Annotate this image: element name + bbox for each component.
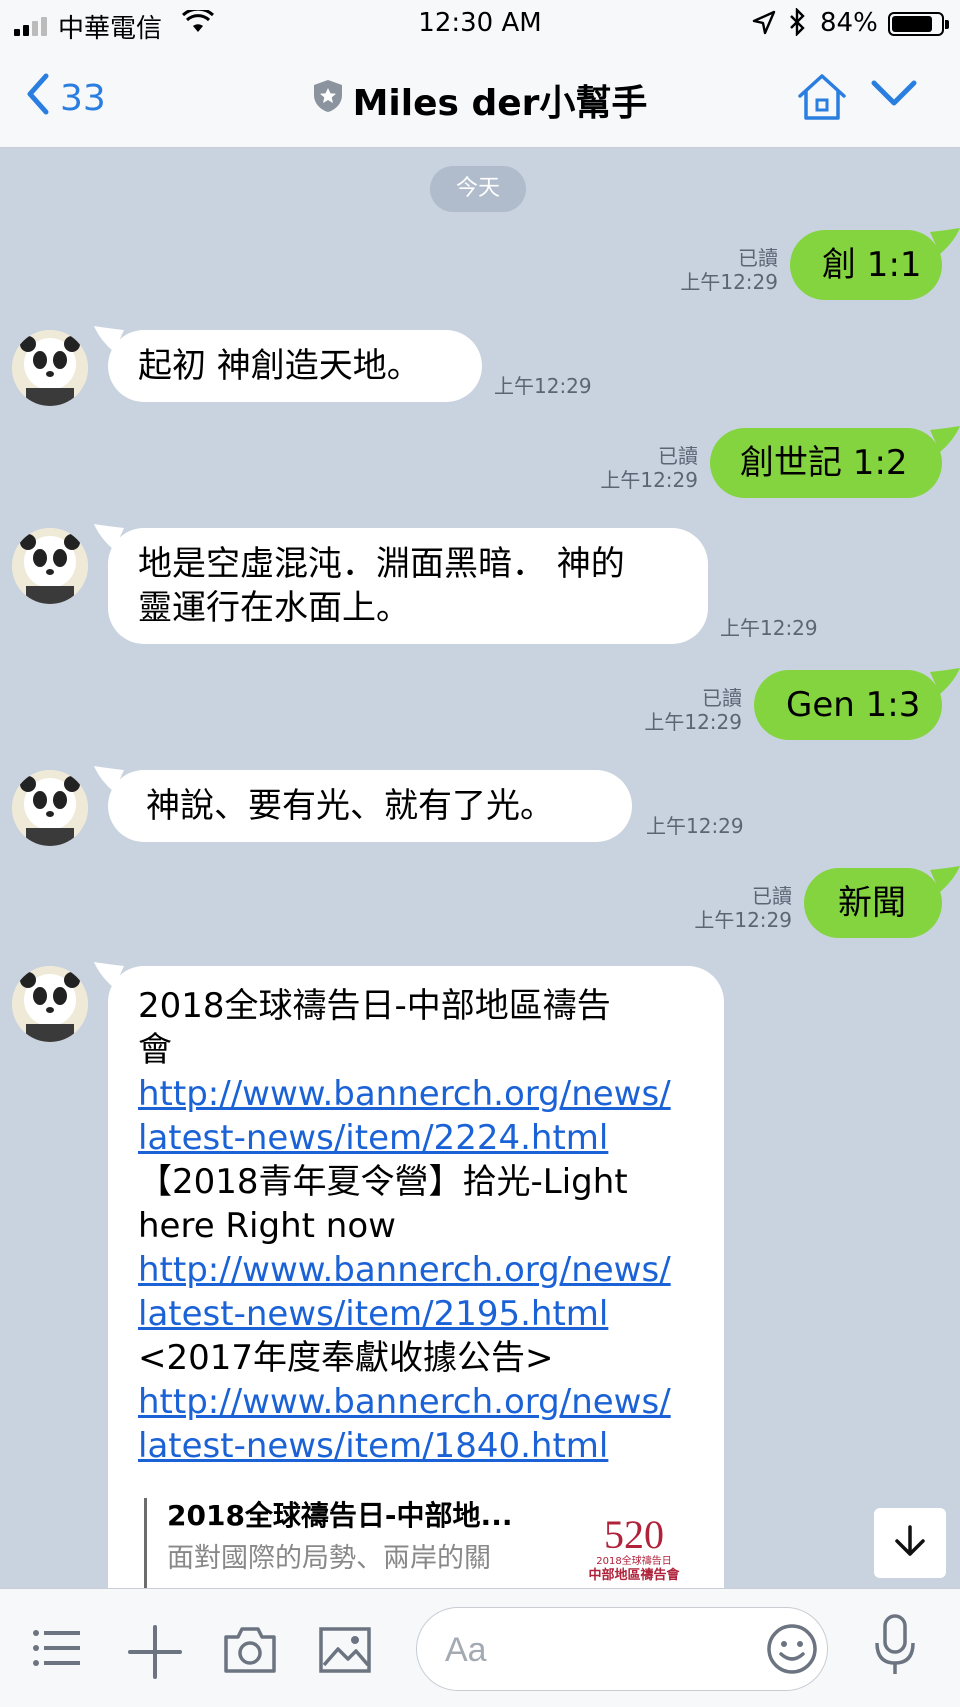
bubble-tail [930, 426, 960, 452]
location-arrow-icon [752, 10, 776, 43]
battery-fill [892, 16, 933, 32]
message-text: 新聞 [838, 883, 906, 923]
smiley-icon [767, 1624, 817, 1674]
bubble-tail [930, 668, 960, 694]
message-time: 上午12:29 [720, 616, 818, 640]
message-text: Gen 1:3 [786, 685, 921, 725]
microphone-icon [872, 1614, 918, 1681]
incoming-message-bubble[interactable]: 起初 神創造天地。 [108, 330, 482, 402]
outgoing-message-bubble[interactable]: 創世記 1:2 [710, 428, 942, 498]
menu-expand-button[interactable] [870, 78, 918, 112]
news-link[interactable]: latest-news/item/2224.html [138, 1118, 608, 1158]
message-time: 上午12:29 [600, 468, 698, 492]
incoming-message-bubble[interactable]: 地是空虛混沌．淵面黑暗． 神的 靈運行在水面上。 [108, 528, 708, 644]
shield-star-icon [313, 79, 343, 122]
date-divider: 今天 [430, 166, 526, 212]
panda-avatar-icon [12, 770, 88, 846]
composer-bar [0, 1588, 960, 1707]
message-time: 上午12:29 [694, 908, 792, 932]
message-time: 上午12:29 [644, 710, 742, 734]
message-meta: 已讀 上午12:29 [640, 246, 778, 294]
camera-button[interactable] [222, 1625, 278, 1679]
status-time: 12:30 AM [418, 8, 542, 38]
menu-button[interactable] [32, 1625, 82, 1675]
top-bar: 中華電信 12:30 AM 84% 33 Miles der小幫手 [0, 0, 960, 148]
news-text-line: 會 [138, 1030, 172, 1070]
camera-icon [222, 1627, 278, 1679]
scroll-to-bottom-button[interactable] [874, 1508, 946, 1578]
thumb-caption: 2018全球禱告日 [596, 1556, 672, 1567]
message-meta: 已讀 上午12:29 [654, 884, 792, 932]
message-text: 神說、要有光、就有了光。 [146, 786, 554, 826]
incoming-message-bubble[interactable]: 神說、要有光、就有了光。 [108, 770, 632, 842]
home-icon [796, 74, 848, 126]
battery-percent: 84% [820, 8, 878, 38]
news-link[interactable]: latest-news/item/2195.html [138, 1294, 608, 1334]
read-receipt: 已讀 [658, 444, 698, 468]
message-text-line: 地是空虛混沌．淵面黑暗． 神的 [138, 544, 625, 584]
news-link[interactable]: http://www.bannerch.org/news/ [138, 1074, 671, 1114]
avatar[interactable] [12, 770, 88, 846]
message-text-line: 靈運行在水面上。 [138, 588, 410, 628]
panda-avatar-icon [12, 966, 88, 1042]
message-meta: 已讀 上午12:29 [604, 686, 742, 734]
news-message-bubble[interactable]: 2018全球禱告日-中部地區禱告 會 http://www.bannerch.o… [108, 966, 724, 1626]
bubble-tail [930, 866, 960, 892]
thumb-org: 中部地區禱告會 [588, 1568, 680, 1583]
panda-avatar-icon [12, 330, 88, 406]
add-button[interactable] [128, 1625, 182, 1683]
news-text-line: 2018全球禱告日-中部地區禱告 [138, 986, 611, 1026]
plus-icon [128, 1625, 182, 1683]
arrow-down-icon [893, 1524, 927, 1562]
read-receipt: 已讀 [738, 246, 778, 270]
read-receipt: 已讀 [702, 686, 742, 710]
list-icon [32, 1630, 82, 1675]
voice-button[interactable] [872, 1613, 918, 1681]
chat-title-text: Miles der小幫手 [352, 83, 648, 124]
photo-button[interactable] [318, 1625, 372, 1679]
home-button[interactable] [796, 72, 848, 126]
avatar[interactable] [12, 330, 88, 406]
emoji-button[interactable] [765, 1622, 819, 1680]
avatar[interactable] [12, 966, 88, 1042]
message-input-box[interactable] [416, 1607, 828, 1691]
outgoing-message-bubble[interactable]: 新聞 [804, 868, 942, 938]
bluetooth-icon [788, 7, 806, 43]
bubble-tail [94, 962, 124, 988]
news-text-line: <2017年度奉獻收據公告> [138, 1338, 554, 1378]
news-text-line: here Right now [138, 1206, 396, 1246]
message-time: 上午12:29 [494, 374, 592, 398]
bubble-tail [930, 228, 960, 254]
chevron-down-icon [870, 80, 918, 112]
message-text: 起初 神創造天地。 [138, 346, 421, 386]
message-text: 創 1:1 [822, 245, 922, 285]
message-time: 上午12:29 [646, 814, 744, 838]
status-bar: 中華電信 12:30 AM 84% [0, 0, 960, 48]
outgoing-message-bubble[interactable]: 創 1:1 [790, 230, 942, 300]
thumb-number: 520 [604, 1512, 664, 1557]
message-input[interactable] [445, 1628, 745, 1672]
message-text: 創世記 1:2 [740, 443, 908, 483]
panda-avatar-icon [12, 528, 88, 604]
read-receipt: 已讀 [752, 884, 792, 908]
bubble-tail [94, 524, 124, 550]
avatar[interactable] [12, 528, 88, 604]
bubble-tail [94, 766, 124, 792]
news-link[interactable]: http://www.bannerch.org/news/ [138, 1382, 671, 1422]
bubble-tail [94, 326, 124, 352]
message-meta: 已讀 上午12:29 [560, 444, 698, 492]
message-time: 上午12:29 [680, 270, 778, 294]
news-link[interactable]: http://www.bannerch.org/news/ [138, 1250, 671, 1290]
news-link[interactable]: latest-news/item/1840.html [138, 1426, 608, 1466]
news-text-line: 【2018青年夏令營】拾光-Light [138, 1162, 628, 1202]
outgoing-message-bubble[interactable]: Gen 1:3 [754, 670, 942, 740]
image-icon [318, 1627, 372, 1679]
battery-icon [888, 12, 949, 36]
